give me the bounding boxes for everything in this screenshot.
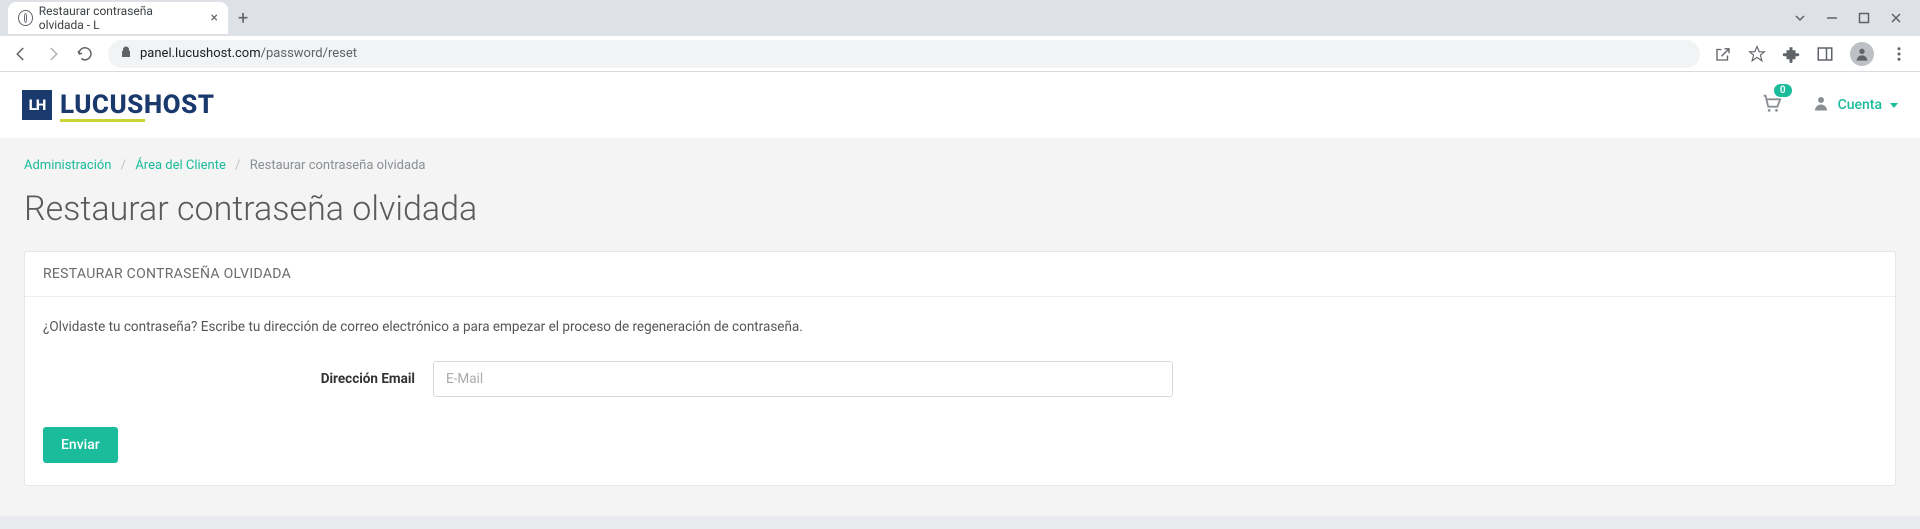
back-button[interactable] — [12, 45, 30, 63]
minimize-icon[interactable] — [1826, 9, 1838, 28]
url-text: panel.lucushost.com/password/reset — [140, 46, 357, 61]
panel-description: ¿Olvidaste tu contraseña? Escribe tu dir… — [43, 319, 1877, 335]
panel-body: ¿Olvidaste tu contraseña? Escribe tu dir… — [25, 297, 1895, 485]
globe-icon — [18, 10, 33, 26]
cart-badge: 0 — [1774, 84, 1792, 97]
breadcrumb-link-client[interactable]: Área del Cliente — [135, 158, 226, 173]
address-bar[interactable]: panel.lucushost.com/password/reset — [108, 40, 1700, 68]
panel-header: RESTAURAR CONTRASEÑA OLVIDADA — [25, 252, 1895, 297]
content-area: Administración / Área del Cliente / Rest… — [0, 138, 1920, 516]
bookmark-icon[interactable] — [1748, 45, 1766, 63]
close-tab-icon[interactable]: × — [211, 10, 218, 26]
breadcrumb-current: Restaurar contraseña olvidada — [250, 158, 426, 173]
reload-button[interactable] — [76, 45, 94, 63]
browser-tab[interactable]: Restaurar contraseña olvidada - L × — [8, 2, 228, 34]
toolbar-right — [1714, 42, 1908, 66]
new-tab-button[interactable]: + — [238, 8, 248, 29]
reset-panel: RESTAURAR CONTRASEÑA OLVIDADA ¿Olvidaste… — [24, 251, 1896, 486]
extensions-icon[interactable] — [1782, 45, 1800, 63]
breadcrumb-sep: / — [235, 158, 240, 173]
user-icon — [1812, 94, 1830, 116]
window-controls — [1794, 9, 1920, 28]
email-field[interactable] — [433, 361, 1173, 397]
email-label: Dirección Email — [43, 371, 433, 387]
site-header: LH LUCUSHOST 0 Cuenta — [0, 72, 1920, 138]
logo-mark: LH — [22, 90, 52, 120]
account-menu[interactable]: Cuenta — [1812, 94, 1898, 116]
forward-button[interactable] — [44, 45, 62, 63]
tab-title: Restaurar contraseña olvidada - L — [39, 4, 201, 32]
tab-bar: Restaurar contraseña olvidada - L × + — [0, 0, 1920, 36]
panel-icon[interactable] — [1816, 45, 1834, 63]
close-window-icon[interactable] — [1890, 9, 1902, 28]
breadcrumb-sep: / — [121, 158, 126, 173]
header-right: 0 Cuenta — [1760, 92, 1898, 118]
page-title: Restaurar contraseña olvidada — [24, 189, 1896, 229]
breadcrumb: Administración / Área del Cliente / Rest… — [24, 158, 1896, 173]
kebab-menu-icon[interactable] — [1890, 45, 1908, 63]
browser-chrome: Restaurar contraseña olvidada - L × + — [0, 0, 1920, 72]
breadcrumb-link-admin[interactable]: Administración — [24, 158, 111, 173]
cart-button[interactable]: 0 — [1760, 92, 1782, 118]
logo-text: LUCUSHOST — [60, 90, 214, 120]
account-label: Cuenta — [1838, 97, 1882, 113]
page: LH LUCUSHOST 0 Cuenta Administración / Á… — [0, 72, 1920, 516]
address-bar-row: panel.lucushost.com/password/reset — [0, 36, 1920, 72]
caret-down-icon — [1890, 103, 1898, 108]
share-icon[interactable] — [1714, 45, 1732, 63]
logo[interactable]: LH LUCUSHOST — [22, 90, 214, 120]
chevron-down-icon[interactable] — [1794, 9, 1806, 28]
profile-avatar[interactable] — [1850, 42, 1874, 66]
lock-icon — [120, 46, 132, 62]
submit-button[interactable]: Enviar — [43, 427, 118, 463]
email-row: Dirección Email — [43, 361, 1877, 397]
maximize-icon[interactable] — [1858, 9, 1870, 28]
